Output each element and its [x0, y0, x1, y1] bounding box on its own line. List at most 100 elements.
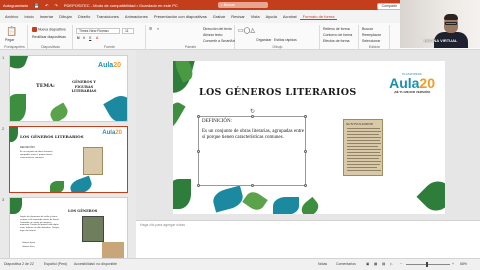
zoom-level[interactable]: 68%: [460, 262, 467, 266]
tab-dibujar[interactable]: Dibujar: [56, 14, 75, 19]
tab-acrobat[interactable]: Acrobat: [280, 14, 300, 19]
slide-thumbnail-pane[interactable]: 1 Aula20 TEMA: GÉNEROS Y FIGURAS LITERAR…: [0, 50, 136, 258]
reading-view-icon[interactable]: ▤: [382, 262, 385, 266]
reuse-slides-button[interactable]: Reutilizar diapositivas: [32, 35, 66, 39]
tab-revisar[interactable]: Revisar: [228, 14, 248, 19]
quick-styles-button[interactable]: Estilos rápidos: [274, 38, 297, 42]
leaf-decoration: [47, 102, 71, 121]
new-slide-button[interactable]: Nueva diapositiva: [32, 27, 66, 32]
thumbnail-manuscript-image: [83, 147, 103, 175]
align-text-button[interactable]: Alinear texto: [203, 33, 222, 37]
slide-thumbnail-2[interactable]: LOS GÉNEROS LITERARIOS Aula20 DEFINICIÓN…: [9, 126, 128, 193]
definition-textbox[interactable]: ↻ DEFINICIÓN: Es un conjunto de obras li…: [197, 109, 307, 187]
shape-outline-button[interactable]: Contorno de forma: [323, 33, 352, 37]
manuscript-text-line: [347, 131, 381, 132]
thumbnail-number: 1: [2, 55, 5, 60]
manuscript-text-line: [347, 161, 381, 162]
leaf-decoration: [10, 56, 29, 72]
slide-editor: LOS GÉNEROS LITERARIOS ↻ DEFINICIÓN: Es …: [136, 50, 480, 220]
shape-fill-button[interactable]: Relleno de forma: [323, 27, 350, 31]
zoom-slider-thumb[interactable]: [426, 262, 428, 267]
arrange-button[interactable]: Organizar: [256, 38, 271, 42]
zoom-slider[interactable]: [406, 264, 450, 265]
leaf-decoration: [173, 179, 191, 209]
share-button[interactable]: Compartir: [376, 3, 402, 10]
font-color-icon[interactable]: A: [96, 36, 98, 40]
italic-icon[interactable]: K: [83, 36, 85, 40]
normal-view-icon[interactable]: ▣: [366, 262, 369, 266]
numbering-icon[interactable]: ≡: [157, 27, 159, 31]
leaf-decoration: [50, 181, 64, 192]
resize-handle[interactable]: [197, 184, 200, 187]
shape-effects-button[interactable]: Efectos de forma: [323, 39, 349, 43]
drawing-group-label: Dibujo: [272, 45, 283, 49]
redo-icon[interactable]: ↷: [54, 3, 57, 8]
manuscript-text-line: [347, 152, 380, 153]
find-button[interactable]: Buscar: [362, 27, 373, 31]
notes-pane[interactable]: Haga clic para agregar notas: [136, 220, 480, 258]
status-bar: Diapositiva 2 de 22 Español (Perú) Acces…: [0, 258, 480, 270]
save-icon[interactable]: 💾: [34, 3, 39, 8]
slides-group: Nueva diapositiva Reutilizar diapositiva…: [29, 25, 73, 49]
leaf-decoration: [210, 185, 246, 213]
zoom-out-icon[interactable]: −: [400, 262, 402, 266]
search-placeholder: Buscar: [223, 3, 235, 7]
font-size-select[interactable]: 11: [122, 28, 134, 34]
manuscript-text-line: [347, 140, 380, 141]
slides-group-label: Diapositivas: [41, 45, 60, 49]
tab-insertar[interactable]: Insertar: [37, 14, 57, 19]
tab-ayuda[interactable]: Ayuda: [263, 14, 280, 19]
resize-handle[interactable]: [197, 150, 200, 153]
thumbnail-title: LOS GÉNEROS LITERARIOS: [20, 134, 84, 139]
tab-diseño[interactable]: Diseño: [75, 14, 93, 19]
accessibility-status[interactable]: Accesibilidad: no disponible: [74, 262, 117, 266]
resize-handle[interactable]: [304, 150, 307, 153]
slide-sorter-icon[interactable]: ▦: [374, 262, 377, 266]
paste-icon[interactable]: 📋: [6, 26, 17, 37]
resize-handle[interactable]: [251, 115, 254, 118]
tab-grabar[interactable]: Grabar: [210, 14, 228, 19]
leaf-decoration: [298, 196, 322, 214]
slide-title[interactable]: LOS GÉNEROS LITERARIOS: [199, 87, 357, 98]
language-indicator[interactable]: Español (Perú): [44, 262, 67, 266]
notes-toggle[interactable]: Notas: [318, 262, 327, 266]
tab-transiciones[interactable]: Transiciones: [93, 14, 122, 19]
resize-handle[interactable]: [197, 115, 200, 118]
tab-presentación-con-diapositivas[interactable]: Presentación con diapositivas: [151, 14, 210, 19]
resize-handle[interactable]: [304, 115, 307, 118]
underline-icon[interactable]: S: [89, 36, 91, 40]
leaf-decoration: [10, 127, 18, 142]
slide-thumbnail-3[interactable]: LOS GÉNEROS Según los elementos de estil…: [9, 197, 128, 258]
tab-archivo[interactable]: Archivo: [2, 14, 21, 19]
zoom-in-icon[interactable]: +: [452, 262, 454, 266]
slideshow-icon[interactable]: ▷: [390, 262, 393, 266]
font-name-select[interactable]: Times New Roman: [76, 28, 120, 34]
smartart-button[interactable]: Convertir a SmartArt: [203, 39, 235, 43]
undo-icon[interactable]: ↶: [45, 3, 48, 8]
document-title: PDEPOSITEC - Modo de compatibilidad • Gu…: [63, 2, 178, 8]
bold-icon[interactable]: N: [77, 36, 80, 40]
shapes-icon[interactable]: ▭◯△: [238, 27, 255, 34]
resize-handle[interactable]: [304, 184, 307, 187]
leaf-decoration: [103, 91, 127, 121]
manuscript-image[interactable]: SUNTVOLUMINE: [343, 119, 383, 176]
rotate-handle-icon[interactable]: ↻: [250, 108, 255, 115]
thumbnail-definition-label: DEFINICIÓN:: [20, 146, 36, 149]
search-box[interactable]: ⌕ Buscar: [218, 2, 268, 8]
bullets-icon[interactable]: ☰: [149, 27, 152, 31]
tab-inicio[interactable]: Inicio: [21, 14, 36, 19]
text-direction-button[interactable]: Dirección del texto: [203, 27, 232, 31]
select-button[interactable]: Seleccionar: [362, 39, 380, 43]
current-slide[interactable]: LOS GÉNEROS LITERARIOS ↻ DEFINICIÓN: Es …: [173, 61, 445, 214]
comments-toggle[interactable]: Comentarios: [336, 262, 356, 266]
replace-button[interactable]: Reemplazar: [362, 33, 381, 37]
slide-thumbnail-1[interactable]: Aula20 TEMA: GÉNEROS Y FIGURAS LITERARIA…: [9, 55, 128, 122]
resize-handle[interactable]: [251, 184, 254, 187]
tab-formato-de-forma[interactable]: Formato de forma: [299, 14, 338, 20]
tab-vista[interactable]: Vista: [248, 14, 263, 19]
leaf-decoration: [10, 198, 22, 214]
paste-button[interactable]: Pegar: [5, 38, 14, 42]
autosave-label[interactable]: Autoguardado: [3, 3, 28, 8]
manuscript-text-line: [347, 155, 381, 156]
tab-animaciones[interactable]: Animaciones: [122, 14, 151, 19]
